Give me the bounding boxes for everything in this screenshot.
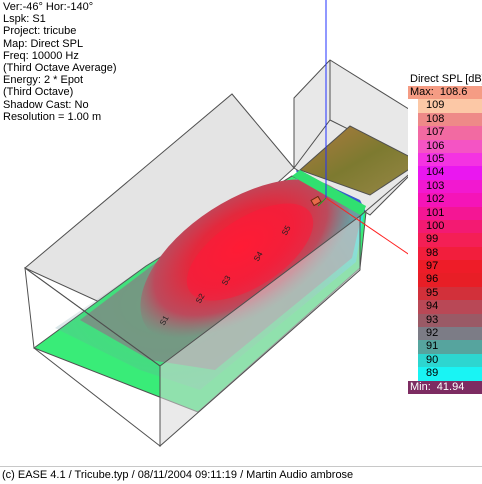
legend-step-value: 102 (426, 193, 445, 206)
legend-step-value: 90 (426, 353, 439, 366)
legend-step-value: 96 (426, 273, 439, 286)
legend-step: 104 (408, 166, 482, 181)
legend-step: 106 (408, 139, 482, 154)
info-map: Map: Direct SPL (3, 37, 84, 50)
legend-step: 101 (408, 206, 482, 221)
legend-step: 99 (408, 233, 482, 248)
legend-step: 100 (408, 219, 482, 234)
info-view-angles: Ver:-46° Hor:-140° (3, 1, 94, 13)
info-averaging: (Third Octave Average) (3, 62, 117, 75)
legend-title: Direct SPL [dB] (410, 73, 482, 85)
legend-step-value: 109 (426, 99, 445, 112)
view-info: Ver:-46° Hor:-140° Lspk: S1 Project: tri… (3, 1, 117, 123)
info-shadow: Shadow Cast: No (3, 98, 89, 111)
info-loudspeaker: Lspk: S1 (3, 13, 46, 26)
legend-step: 90 (408, 353, 482, 368)
legend-step: 96 (408, 273, 482, 288)
legend-step-value: 95 (426, 286, 439, 299)
legend-step-value: 91 (426, 340, 439, 353)
3d-view[interactable]: S1 S2 S3 S4 S5 Ver:-46° Hor:-140° Lspk: … (0, 0, 482, 466)
legend-step: 109 (408, 99, 482, 114)
info-frequency: Freq: 10000 Hz (3, 49, 79, 62)
legend-step-value: 108 (426, 112, 445, 125)
legend-step: 107 (408, 126, 482, 140)
legend-step-value: 89 (426, 367, 439, 380)
legend-step-value: 93 (426, 313, 439, 326)
info-resolution: Resolution = 1.00 m (3, 110, 102, 123)
legend-max-value: 108.6 (439, 86, 468, 98)
legend-step: 92 (408, 327, 482, 341)
legend-step-value: 104 (426, 166, 445, 179)
info-energy: Energy: 2 * Epot (3, 74, 84, 87)
legend-step-value: 107 (426, 126, 445, 139)
legend-step: 93 (408, 313, 482, 328)
legend-step-value: 92 (426, 327, 439, 340)
status-bar: (c) EASE 4.1 / Tricube.typ / 08/11/2004 … (0, 466, 482, 484)
legend-step-value: 101 (426, 206, 445, 219)
legend-min-value: 41.94 (436, 380, 465, 393)
legend-step: 102 (408, 193, 482, 207)
legend-step-value: 99 (426, 233, 439, 246)
legend-step: 89 (408, 367, 482, 381)
legend-step: 105 (408, 152, 482, 167)
legend-step: 95 (408, 286, 482, 301)
legend-step-value: 106 (426, 139, 445, 152)
legend-step-value: 103 (426, 179, 445, 192)
legend-min: Min: 41.94 (408, 380, 482, 394)
legend-max: Max: 108.6 (408, 86, 482, 100)
color-legend: Direct SPL [dB] Max: 108.6 109 108 107 106 10… (408, 73, 482, 394)
legend-step: 98 (408, 246, 482, 261)
legend-step: 91 (408, 340, 482, 355)
legend-step-value: 94 (426, 300, 439, 313)
legend-steps: 109 108 107 106 105 104 103 102 101 100 99 98 97 96 95… (408, 99, 482, 381)
legend-step-value: 98 (426, 246, 439, 259)
info-project: Project: tricube (3, 25, 77, 38)
legend-step: 94 (408, 300, 482, 315)
legend-step: 108 (408, 112, 482, 127)
legend-step: 103 (408, 179, 482, 194)
legend-step-value: 105 (426, 152, 445, 165)
legend-min-label: Min: (410, 380, 431, 393)
legend-step: 97 (408, 260, 482, 274)
legend-max-label: Max: (410, 86, 434, 98)
legend-step-value: 100 (426, 219, 445, 232)
legend-step-value: 97 (426, 260, 439, 273)
info-band: (Third Octave) (3, 86, 74, 99)
